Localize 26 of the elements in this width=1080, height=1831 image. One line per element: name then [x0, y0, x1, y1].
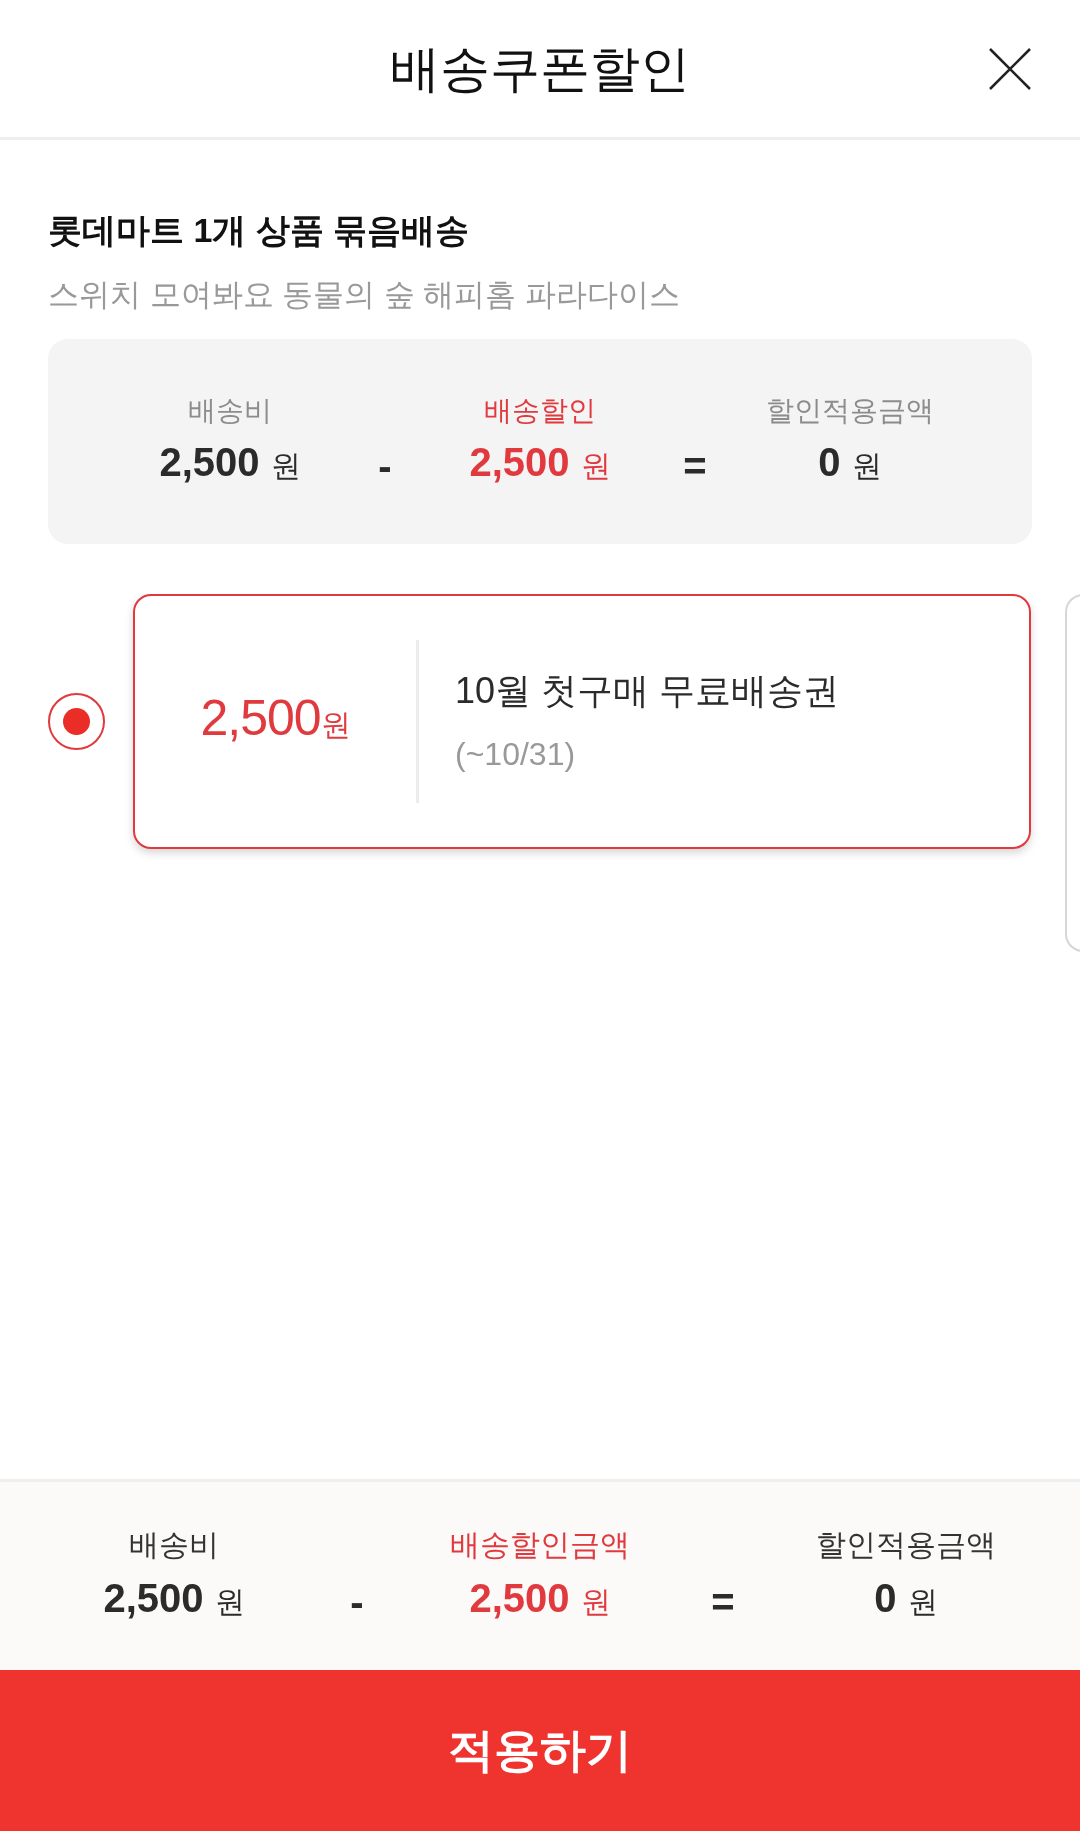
amount-value: 2,500 원: [159, 438, 301, 486]
header-title: 배송쿠폰할인: [390, 39, 690, 99]
amount-value: 2,500 원: [469, 1575, 611, 1622]
operator-sign: -: [350, 1579, 364, 1626]
amount-label: 배송할인: [484, 393, 596, 428]
radio-button[interactable]: [48, 693, 105, 750]
amount-label: 배송비: [129, 1527, 219, 1563]
amount-label: 할인적용금액: [816, 1527, 996, 1563]
amount-label: 할인적용금액: [766, 393, 934, 428]
operator-sign: =: [683, 442, 707, 490]
coupon-amount: 2,500원: [200, 689, 351, 748]
apply-button[interactable]: 적용하기: [0, 1670, 1080, 1831]
coupon-name: 10월 첫구매 무료배송권: [455, 669, 840, 713]
operator-sign: -: [378, 442, 392, 490]
amount-label: 배송비: [188, 393, 272, 428]
product-name: 스위치 모여봐요 동물의 숲 해피홈 파라다이스: [48, 276, 682, 314]
close-icon: [988, 46, 1032, 91]
operator-sign: =: [711, 1579, 735, 1626]
coupon-period: (~10/31): [455, 735, 577, 774]
amount-value: 0 원: [874, 1575, 938, 1622]
amount-value: 2,500 원: [103, 1575, 245, 1622]
bundle-title: 롯데마트 1개 상품 묶음배송: [48, 210, 471, 251]
amount-value: 0 원: [818, 438, 882, 486]
coupon-card[interactable]: 2,500원 10월 첫구매 무료배송권 (~10/31): [133, 594, 1031, 849]
amount-value: 2,500 원: [469, 438, 611, 486]
amount-label: 배송할인금액: [450, 1527, 630, 1563]
